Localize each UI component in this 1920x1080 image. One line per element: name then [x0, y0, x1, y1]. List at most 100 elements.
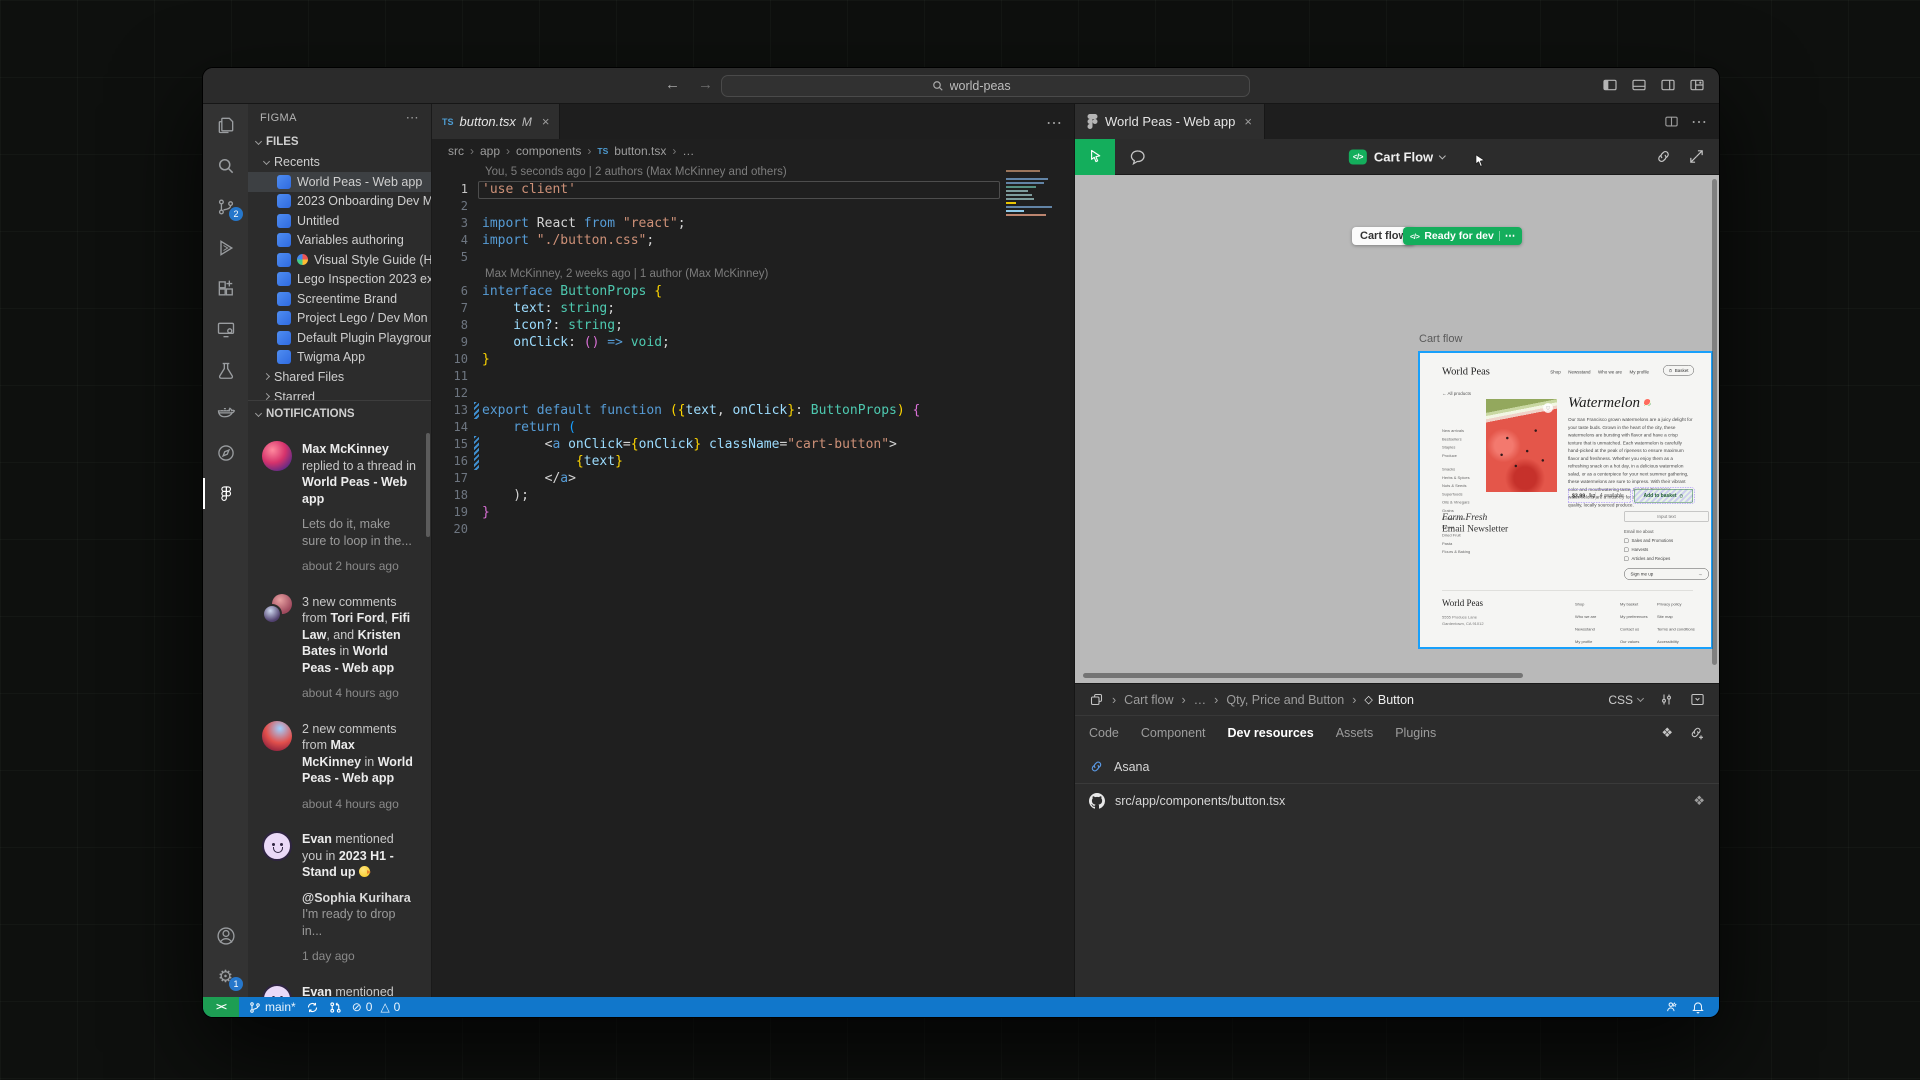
canvas-horizontal-scrollbar[interactable] [1083, 673, 1523, 678]
history-forward-icon[interactable]: → [698, 76, 713, 93]
code-line: 8 icon?: string; [432, 317, 1074, 334]
layers-icon[interactable] [1089, 692, 1104, 707]
editor-actions-icon[interactable]: ⋯ [1046, 113, 1062, 133]
scrollbar[interactable] [426, 433, 430, 537]
file-item[interactable]: World Peas - Web app [248, 172, 431, 192]
collapse-panel-icon[interactable] [1690, 692, 1705, 707]
figma-view-icon[interactable] [203, 473, 248, 514]
close-tab-icon[interactable]: × [1244, 114, 1252, 129]
tab-plugins[interactable]: Plugins [1395, 726, 1436, 740]
code-token: from [584, 216, 623, 231]
crumb-item[interactable]: … [1194, 693, 1207, 707]
copy-link-icon[interactable] [1655, 148, 1672, 165]
crumb-item[interactable]: Qty, Price and Button [1226, 693, 1344, 707]
code-token: { [482, 454, 584, 469]
notifications-list[interactable]: Max McKinney replied to a thread in Worl… [248, 427, 431, 997]
notifications-header[interactable]: NOTIFICATIONS [248, 401, 431, 427]
dev-resource-link[interactable]: src/app/components/button.tsx ❖ [1075, 784, 1719, 817]
toggle-primary-sidebar-icon[interactable] [1602, 77, 1618, 93]
code-token: ButtonProps [560, 284, 654, 299]
remote-explorer-icon[interactable] [203, 309, 248, 350]
recents-header[interactable]: Recents [248, 152, 431, 172]
notification-item[interactable]: Evan mentioned you in 2023 H1 - Stand up… [248, 974, 431, 998]
testing-icon[interactable] [203, 350, 248, 391]
history-back-icon[interactable]: ← [665, 76, 680, 93]
explorer-icon[interactable] [203, 104, 248, 145]
more-actions-icon[interactable]: ⋯ [406, 110, 419, 126]
open-in-figma-icon[interactable] [1688, 148, 1705, 165]
feedback-icon[interactable] [1665, 1000, 1679, 1014]
ready-for-dev-pill[interactable]: </> Ready for dev ⋯ [1403, 227, 1522, 245]
crumb-current[interactable]: ◇Button [1364, 693, 1414, 707]
tab-code[interactable]: Code [1089, 726, 1119, 740]
add-to-basket-button[interactable]: Add to basket [1634, 489, 1693, 503]
figma-file-icon [277, 175, 291, 189]
code-area[interactable]: You, 5 seconds ago | 2 authors (Max McKi… [432, 162, 1074, 997]
select-tool-button[interactable] [1075, 139, 1115, 175]
tab-dev-resources[interactable]: Dev resources [1228, 726, 1314, 740]
code-token: string [568, 318, 615, 333]
code-token: ; [662, 335, 670, 350]
command-center-search[interactable] [721, 75, 1250, 97]
canvas-vertical-scrollbar[interactable] [1712, 179, 1717, 665]
customize-layout-icon[interactable] [1689, 77, 1705, 93]
toggle-panel-icon[interactable] [1631, 77, 1647, 93]
pull-request-icon [329, 1001, 342, 1014]
search-input[interactable] [950, 79, 1040, 93]
search-view-icon[interactable] [203, 145, 248, 186]
file-item[interactable]: Twigma App [248, 348, 431, 368]
settings-gear-icon[interactable]: ⚙ 1 [203, 956, 248, 997]
breadcrumb[interactable]: src› app› components› TS button.tsx› … [432, 139, 1074, 162]
branch-indicator[interactable]: main* [249, 1000, 296, 1014]
codetour-icon[interactable] [203, 432, 248, 473]
css-dropdown[interactable]: CSS [1608, 693, 1643, 707]
comment-tool-button[interactable] [1129, 148, 1147, 166]
tab-component[interactable]: Component [1141, 726, 1206, 740]
file-item[interactable]: Untitled [248, 211, 431, 231]
section-selector[interactable]: </> Cart Flow [1349, 149, 1445, 164]
accounts-icon[interactable] [203, 915, 248, 956]
file-item[interactable]: Variables authoring [248, 231, 431, 251]
notification-item[interactable]: 2 new comments from Max McKinney in Worl… [248, 711, 431, 822]
frame-name-label[interactable]: Cart flow [1419, 333, 1462, 345]
actions-icon[interactable]: ❖ [1661, 725, 1673, 741]
settings-sliders-icon[interactable] [1659, 692, 1674, 707]
split-editor-icon[interactable] [1664, 114, 1679, 129]
file-item[interactable]: 2023 Onboarding Dev Mode [248, 192, 431, 212]
starred-header[interactable]: Starred [248, 387, 431, 400]
dev-resource-link[interactable]: Asana [1075, 750, 1719, 783]
toggle-secondary-sidebar-icon[interactable] [1660, 77, 1676, 93]
file-item[interactable]: Project Lego / Dev Mon Slid… [248, 309, 431, 329]
design-frame[interactable]: World Peas Shop Newsstand Who we are My … [1418, 351, 1713, 649]
source-control-icon[interactable]: 2 [203, 186, 248, 227]
notifications-bell-icon[interactable] [1691, 1000, 1705, 1014]
sync-button[interactable] [306, 1001, 319, 1014]
close-tab-icon[interactable]: × [542, 114, 550, 129]
docker-icon[interactable] [203, 391, 248, 432]
tab-assets[interactable]: Assets [1336, 726, 1374, 740]
resource-actions-icon[interactable]: ❖ [1693, 793, 1705, 809]
notification-item[interactable]: Evan mentioned you in 2023 H1 - Stand up… [248, 821, 431, 974]
extensions-icon[interactable] [203, 268, 248, 309]
notification-item[interactable]: 3 new comments from Tori Ford, Fifi Law,… [248, 584, 431, 711]
footer-links: My basket My preferences Contact us Our … [1620, 598, 1648, 648]
remote-indicator[interactable]: >< [203, 997, 239, 1017]
run-debug-icon[interactable] [203, 227, 248, 268]
file-item[interactable]: Default Plugin Playground [248, 328, 431, 348]
add-link-icon[interactable] [1689, 725, 1705, 741]
notification-item[interactable]: Max McKinney replied to a thread in Worl… [248, 431, 431, 584]
crumb-item[interactable]: Cart flow [1124, 693, 1173, 707]
file-item[interactable]: Screentime Brand [248, 289, 431, 309]
file-item[interactable]: Lego Inspection 2023 explo… [248, 270, 431, 290]
file-item[interactable]: Visual Style Guide (Help … [248, 250, 431, 270]
editor-tab[interactable]: TS button.tsx M × [432, 104, 560, 139]
minimap[interactable] [1006, 168, 1064, 216]
shared-files-header[interactable]: Shared Files [248, 367, 431, 387]
files-section-header[interactable]: FILES [248, 132, 431, 152]
pull-request-button[interactable] [329, 1001, 342, 1014]
figma-canvas[interactable]: Cart flow </> Ready for dev ⋯ Cart flow … [1075, 175, 1719, 683]
figma-tab[interactable]: World Peas - Web app × [1075, 104, 1265, 139]
more-icon[interactable]: ⋯ [1505, 230, 1516, 242]
problems-indicator[interactable]: ⊘ 0 △ 0 [352, 1000, 401, 1014]
more-actions-icon[interactable]: ⋯ [1691, 112, 1707, 132]
